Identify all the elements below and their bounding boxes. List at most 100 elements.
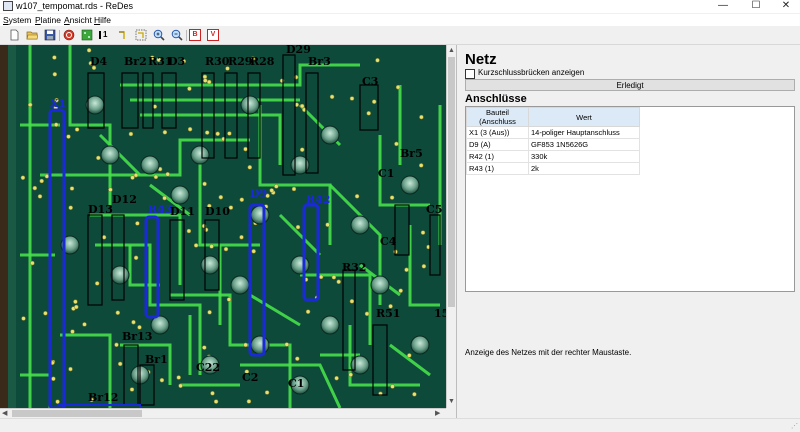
scroll-left-icon[interactable]: ◀: [2, 409, 7, 418]
solder-point: [331, 275, 337, 280]
cell-value[interactable]: 14-poliger Hauptanschluss: [528, 126, 640, 139]
component-label: Br3: [308, 55, 331, 68]
solder-point: [334, 375, 339, 381]
solder-point: [218, 194, 224, 200]
solder-point: [162, 130, 168, 135]
column-header-value[interactable]: Wert: [528, 107, 640, 127]
scroll-down-icon[interactable]: ▼: [448, 397, 455, 406]
cell-component[interactable]: X1 (3 (Aus)): [466, 126, 529, 139]
solder-point: [39, 178, 44, 184]
solder-point: [398, 288, 403, 293]
done-button[interactable]: Erledigt: [465, 79, 795, 91]
save-icon[interactable]: [44, 29, 56, 41]
solder-point: [73, 299, 78, 304]
scroll-right-icon[interactable]: ▶: [435, 409, 440, 418]
solder-point: [354, 194, 360, 199]
solder-point: [291, 186, 297, 192]
stop-icon[interactable]: [63, 29, 75, 41]
solder-point: [52, 72, 58, 77]
column-header-component[interactable]: Bauteil (Anschluss: [466, 107, 529, 127]
solder-point: [131, 319, 136, 325]
menu-ansicht[interactable]: Ansicht: [64, 14, 92, 26]
b-icon[interactable]: B: [189, 29, 201, 41]
pcb-canvas[interactable]: D29 D4 Br2 R31 D3 R30 R29 R28 Br3 C3 X1 Br5 C1 D12 D9 R…: [0, 45, 446, 408]
zoom-in-icon[interactable]: [153, 29, 165, 41]
component-label: C4: [380, 235, 397, 248]
solder-point: [243, 146, 248, 152]
component-label: D13: [88, 203, 113, 216]
component-label: R51: [376, 307, 400, 320]
solder-point: [94, 281, 100, 286]
horizontal-scroll-thumb[interactable]: [12, 410, 142, 417]
solder-point: [404, 267, 409, 273]
cell-value[interactable]: GF853 1N5626G: [528, 138, 640, 151]
short-circuit-checkbox-label[interactable]: Kurzschlussbrücken anzeigen: [478, 68, 584, 77]
connections-table-frame[interactable]: Bauteil (Anschluss Wert X1 (3 (Aus)) 14-…: [465, 106, 795, 292]
v-icon[interactable]: V: [207, 29, 219, 41]
wire-select-icon[interactable]: [135, 29, 147, 41]
solder-point: [193, 243, 199, 248]
component-label: Br12: [88, 391, 118, 404]
zoom-out-icon[interactable]: [171, 29, 183, 41]
solder-point: [68, 366, 73, 372]
component-label: D11: [170, 205, 195, 218]
horizontal-scrollbar[interactable]: ◀ ▶: [0, 408, 446, 418]
cell-component[interactable]: R42 (1): [466, 150, 529, 163]
pin-icon[interactable]: 1: [99, 29, 111, 41]
solder-point: [395, 84, 401, 90]
solder-point: [418, 163, 424, 168]
solder-point: [82, 322, 87, 327]
pcb-image[interactable]: D29D4 Br2 R31D3 R30R29R28 Br3C3X1Br5C1D12 D9 R…: [0, 45, 446, 408]
menu-hilfe[interactable]: Hilfe: [94, 14, 111, 26]
solder-point: [101, 235, 107, 240]
cell-component[interactable]: R43 (1): [466, 162, 529, 175]
menu-system-rest: ystem: [8, 15, 32, 25]
through-hole-pad: [410, 335, 430, 355]
open-folder-icon[interactable]: [26, 29, 38, 41]
through-hole-pad: [350, 355, 370, 375]
cell-component[interactable]: D9 (A): [466, 138, 529, 151]
solder-point: [115, 310, 121, 315]
menu-system[interactable]: System: [3, 14, 31, 26]
menu-platine[interactable]: Platine: [35, 14, 61, 26]
component-label: D12: [112, 193, 137, 206]
solder-point: [20, 175, 26, 180]
solder-point: [329, 94, 335, 100]
connections-table[interactable]: Bauteil (Anschluss Wert X1 (3 (Aus)) 14-…: [466, 107, 640, 175]
resize-grip-icon[interactable]: ⋰: [791, 422, 798, 430]
board-edge-strip: [8, 45, 16, 408]
solder-point: [186, 228, 192, 234]
minimize-button[interactable]: —: [707, 0, 739, 13]
table-header-row: Bauteil (Anschluss Wert: [466, 107, 640, 127]
app-icon: [3, 1, 13, 11]
solder-point: [390, 384, 395, 389]
close-button[interactable]: ✕: [770, 0, 800, 13]
solder-point: [295, 224, 301, 230]
solder-point: [349, 299, 355, 304]
solder-point: [348, 372, 353, 377]
table-row[interactable]: R43 (1) 2k: [466, 162, 640, 175]
component-label: R28: [250, 55, 275, 68]
cell-value[interactable]: 330k: [528, 150, 640, 163]
solder-point: [243, 342, 248, 348]
table-row[interactable]: D9 (A) GF853 1N5626G: [466, 138, 640, 151]
new-file-icon[interactable]: [8, 29, 20, 41]
table-row[interactable]: X1 (3 (Aus)) 14-poliger Hauptanschluss: [466, 126, 640, 139]
table-row[interactable]: R42 (1) 330k: [466, 150, 640, 163]
solder-point: [215, 131, 220, 137]
solder-point: [206, 79, 212, 85]
scroll-up-icon[interactable]: ▲: [448, 46, 455, 55]
solder-point: [133, 255, 139, 261]
wire-icon[interactable]: [117, 29, 129, 41]
maximize-button[interactable]: ☐: [740, 0, 772, 13]
short-circuit-checkbox[interactable]: [465, 69, 475, 79]
green-square-icon[interactable]: [81, 29, 93, 41]
solder-point: [349, 96, 355, 101]
vertical-scroll-thumb[interactable]: [448, 57, 455, 307]
solder-point: [32, 185, 38, 191]
solder-point: [165, 172, 170, 177]
cell-value[interactable]: 2k: [528, 162, 640, 175]
component-label: R43: [148, 203, 172, 216]
vertical-scrollbar[interactable]: ▲ ▼: [446, 45, 456, 408]
solder-point: [128, 131, 134, 137]
